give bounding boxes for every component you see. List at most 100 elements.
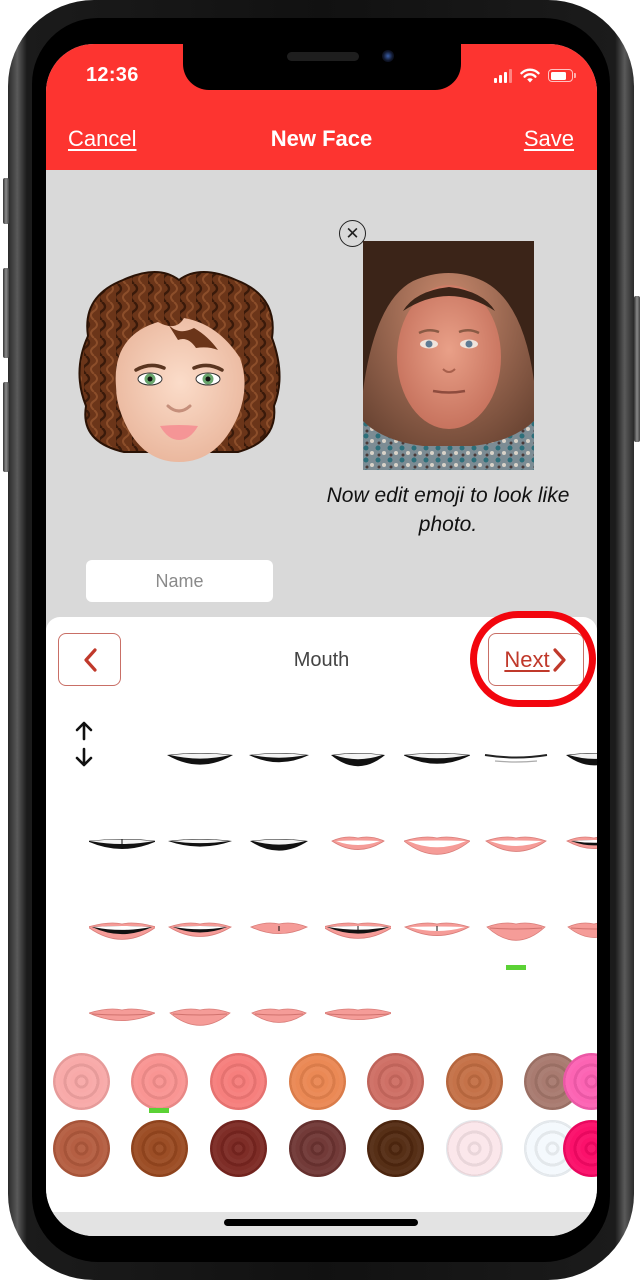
feature-editor-sheet: Mouth Next	[46, 611, 597, 1212]
mouth-shape-icon	[249, 753, 309, 763]
lip-color-swatch[interactable]	[53, 1120, 110, 1177]
status-icons	[494, 68, 576, 83]
mouth-shape-icon	[250, 922, 308, 935]
page-title: New Face	[270, 126, 373, 151]
mouth-shape-icon	[566, 836, 597, 849]
lip-color-swatch[interactable]	[289, 1053, 346, 1110]
up-down-arrows-icon[interactable]	[72, 719, 96, 769]
mouth-shape-icon	[251, 1008, 307, 1023]
lip-color-swatch[interactable]	[53, 1053, 110, 1110]
mouth-shape-icon	[404, 922, 470, 936]
mouth-style-option[interactable]	[556, 727, 597, 787]
mouth-shape-icon	[89, 839, 155, 849]
mouth-style-option[interactable]	[241, 985, 317, 1045]
swatch-texture	[210, 1120, 267, 1177]
mouth-style-option[interactable]	[320, 899, 396, 959]
selected-indicator	[149, 1108, 169, 1113]
app-screen: 12:36 Cancel New Face Save ✕ Now edit em…	[46, 44, 597, 1236]
mouth-shape-icon	[169, 1008, 231, 1026]
mouth-shape-icon	[250, 839, 308, 851]
save-button[interactable]: Save	[524, 126, 574, 152]
mouth-style-option[interactable]	[320, 985, 396, 1045]
mouth-shape-icon	[325, 1008, 391, 1020]
next-label: Next	[504, 646, 550, 672]
photo-caption: Now edit emoji to look like photo.	[326, 484, 570, 536]
swatch-texture	[53, 1120, 110, 1177]
mouth-style-option[interactable]	[162, 899, 238, 959]
silent-switch	[3, 178, 9, 224]
swatch-texture	[289, 1120, 346, 1177]
emoji-avatar-preview[interactable]	[68, 266, 290, 466]
mouth-style-option[interactable]	[241, 899, 317, 959]
mouth-style-option[interactable]	[241, 813, 317, 873]
home-indicator[interactable]	[224, 1219, 418, 1226]
mouth-style-option[interactable]	[478, 813, 554, 873]
device-notch	[183, 44, 461, 90]
swatch-texture	[446, 1053, 503, 1110]
mouth-shape-icon	[404, 753, 470, 764]
swatch-texture	[367, 1120, 424, 1177]
mouth-shape-icon	[168, 839, 232, 847]
lip-color-swatch[interactable]	[446, 1120, 503, 1177]
mouth-style-option[interactable]	[478, 899, 554, 959]
mouth-style-option[interactable]	[84, 985, 160, 1045]
mouth-style-option[interactable]	[478, 727, 554, 787]
mouth-shape-icon	[404, 836, 470, 855]
lip-color-swatch[interactable]	[367, 1120, 424, 1177]
front-camera	[382, 50, 394, 62]
reference-photo	[363, 241, 534, 470]
status-time: 12:36	[86, 64, 139, 86]
mouth-shape-icon	[325, 922, 391, 939]
mouth-shape-icon	[168, 922, 232, 937]
mouth-style-option[interactable]	[399, 727, 475, 787]
mouth-style-option[interactable]	[84, 899, 160, 959]
mouth-shape-icon	[566, 753, 597, 766]
swatch-texture	[210, 1053, 267, 1110]
mouth-style-option[interactable]	[556, 899, 597, 959]
earpiece-speaker	[287, 52, 359, 61]
mouth-shape-icon	[484, 754, 548, 763]
volume-up-button	[3, 268, 9, 358]
next-feature-button[interactable]: Next	[488, 633, 584, 686]
volume-down-button	[3, 382, 9, 472]
lip-color-swatch[interactable]	[367, 1053, 424, 1110]
mouth-shape-icon	[331, 753, 385, 767]
remove-photo-button[interactable]: ✕	[339, 220, 366, 247]
name-input[interactable]	[86, 560, 273, 602]
mouth-style-option[interactable]	[399, 813, 475, 873]
battery-icon	[548, 69, 576, 82]
lip-color-swatch[interactable]	[210, 1053, 267, 1110]
swatch-texture	[131, 1053, 188, 1110]
mouth-style-option[interactable]	[556, 813, 597, 873]
mouth-shape-icon	[89, 1008, 155, 1021]
cellular-signal-icon	[494, 68, 512, 83]
lip-color-swatch[interactable]	[131, 1120, 188, 1177]
mouth-style-option[interactable]	[162, 985, 238, 1045]
power-button	[634, 296, 640, 442]
mouth-shape-icon	[167, 753, 233, 765]
mouth-style-option[interactable]	[162, 813, 238, 873]
mouth-shape-icon	[486, 922, 546, 941]
close-icon: ✕	[345, 224, 360, 243]
swatch-texture	[53, 1053, 110, 1110]
chevron-right-icon	[553, 647, 566, 672]
mouth-style-option[interactable]	[162, 727, 238, 787]
mouth-style-option[interactable]	[241, 727, 317, 787]
mouth-style-option[interactable]	[84, 813, 160, 873]
lip-color-swatch[interactable]	[446, 1053, 503, 1110]
swatch-texture	[289, 1053, 346, 1110]
lip-color-swatch[interactable]	[289, 1120, 346, 1177]
lip-color-swatch[interactable]	[210, 1120, 267, 1177]
wifi-icon	[520, 68, 540, 83]
mouth-shape-icon	[485, 836, 547, 852]
swatch-texture	[367, 1053, 424, 1110]
mouth-shape-icon	[567, 922, 597, 938]
lip-color-swatch[interactable]	[131, 1053, 188, 1110]
swatch-texture	[447, 1121, 502, 1176]
mouth-style-option[interactable]	[320, 813, 396, 873]
mouth-shape-icon	[331, 836, 385, 850]
swatch-texture	[131, 1120, 188, 1177]
mouth-style-option[interactable]	[399, 899, 475, 959]
mouth-style-option[interactable]	[320, 727, 396, 787]
mouth-shape-icon	[89, 922, 155, 940]
